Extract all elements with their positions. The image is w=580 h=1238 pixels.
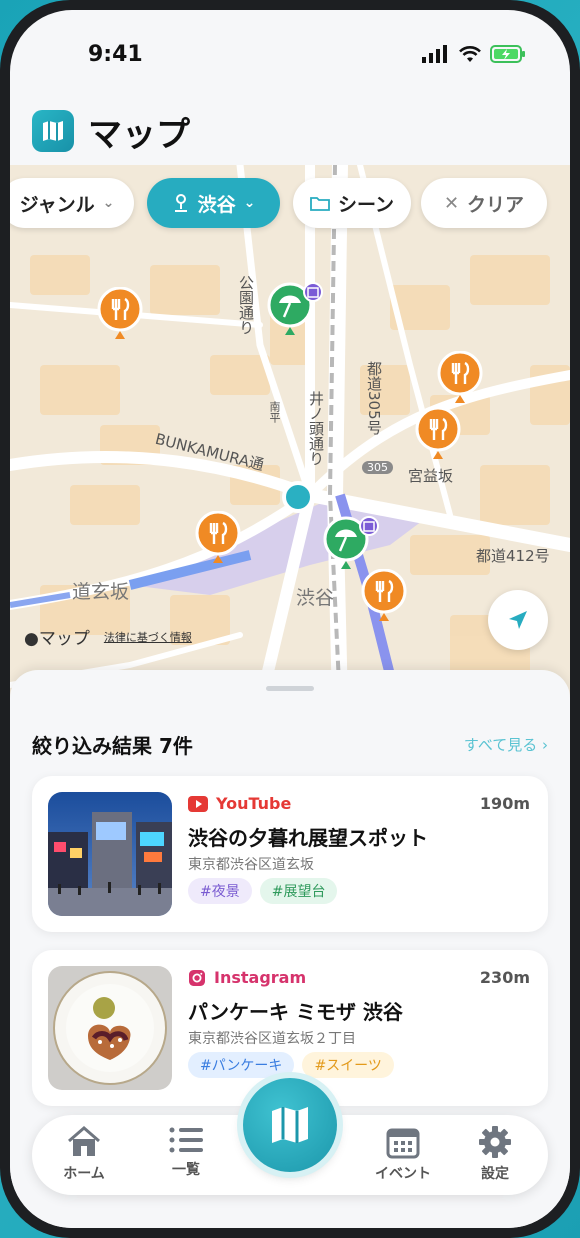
tab-event-label: イベント	[375, 1166, 431, 1182]
signal-icon	[422, 45, 447, 63]
tab-settings-label: 設定	[481, 1166, 509, 1182]
legal-link[interactable]: 法律に基づく情報	[104, 629, 192, 645]
scene-filter-label: シーン	[337, 193, 395, 216]
map-label-dogenzaka: 道玄坂	[72, 581, 130, 603]
result-source-label: Instagram	[214, 968, 307, 987]
result-address: 東京都渋谷区道玄坂２丁目	[188, 1031, 356, 1047]
scene-filter-chip[interactable]: シーン	[293, 178, 411, 228]
phone-frame: 9:41 マップ 公園通り 井ノ頭通り 都道305号 南平 BUNKAMURA通…	[0, 0, 580, 1238]
map-label-shibuya: 渋谷	[296, 587, 335, 609]
result-tags: #夜景 #展望台	[188, 878, 338, 904]
sheet-grabber[interactable]	[266, 686, 314, 691]
result-tag[interactable]: #パンケーキ	[188, 1052, 295, 1078]
map-label-small: 南平	[268, 401, 281, 423]
map-credit-logo: ●マップ	[24, 624, 90, 649]
map-icon	[32, 110, 74, 152]
result-tags: #パンケーキ #スイーツ	[188, 1052, 394, 1078]
result-title: パンケーキ ミモザ 渋谷	[188, 1000, 403, 1024]
clear-filter-label: クリア	[467, 193, 525, 216]
chevron-down-icon: ⌄	[102, 195, 115, 211]
calendar-icon	[386, 1128, 420, 1159]
tab-list-label: 一覧	[172, 1162, 200, 1178]
result-title: 渋谷の夕暮れ展望スポット	[188, 826, 428, 850]
result-source: Instagram	[188, 968, 306, 987]
genre-filter-label: ジャンル	[19, 193, 95, 216]
clear-filter-chip[interactable]: ✕ クリア	[421, 178, 547, 228]
gear-icon	[479, 1126, 511, 1158]
tab-home[interactable]: ホーム	[44, 1125, 124, 1183]
navigation-arrow-icon	[509, 611, 527, 629]
map-label-route412: 都道412号	[476, 547, 550, 565]
restaurant-pin[interactable]	[360, 568, 408, 627]
map-label-inokashira: 井ノ頭通り	[307, 391, 325, 466]
status-bar: 9:41	[10, 10, 570, 100]
result-address: 東京都渋谷区道玄坂	[188, 857, 314, 873]
result-thumbnail	[48, 792, 172, 916]
result-tag[interactable]: #展望台	[259, 878, 338, 904]
result-card[interactable]: YouTube 190m 渋谷の夕暮れ展望スポット 東京都渋谷区道玄坂 #夜景 …	[32, 776, 548, 932]
result-thumbnail	[48, 966, 172, 1090]
area-filter-label: 渋谷	[197, 193, 236, 216]
page-title: マップ	[88, 114, 190, 155]
status-time: 9:41	[88, 42, 143, 67]
result-tag[interactable]: #夜景	[188, 878, 252, 904]
list-icon	[169, 1127, 203, 1153]
folder-icon	[310, 197, 330, 211]
see-all-link[interactable]: すべて見る ›	[464, 734, 548, 755]
map-label-park: 公園通り	[237, 275, 255, 335]
results-title: 絞り込み結果 7件	[32, 734, 193, 758]
restaurant-pin[interactable]	[414, 406, 462, 465]
screen: 9:41 マップ 公園通り 井ノ頭通り 都道305号 南平 BUNKAMURA通…	[10, 10, 570, 1228]
genre-filter-chip[interactable]: ジャンル ⌄	[10, 178, 134, 228]
instagram-icon	[189, 969, 205, 986]
current-location-dot	[282, 481, 314, 513]
app-header: マップ	[32, 108, 190, 155]
scenic-spot-pin[interactable]	[322, 515, 380, 573]
map-label-route305: 都道305号	[365, 361, 383, 435]
tab-event[interactable]: イベント	[363, 1125, 443, 1183]
result-tag[interactable]: #スイーツ	[302, 1052, 394, 1078]
youtube-icon	[188, 795, 208, 812]
scenic-spot-pin[interactable]	[266, 281, 324, 339]
tab-home-label: ホーム	[63, 1166, 105, 1182]
tab-list[interactable]: 一覧	[146, 1125, 226, 1179]
restaurant-pin[interactable]	[194, 510, 242, 569]
result-distance: 230m	[479, 968, 530, 987]
home-icon	[68, 1126, 100, 1156]
chevron-down-icon: ⌄	[243, 195, 256, 211]
map-tab-button[interactable]	[243, 1078, 337, 1172]
wifi-icon	[459, 46, 481, 62]
tab-settings[interactable]: 設定	[455, 1125, 535, 1183]
filter-chips: ジャンル ⌄ 渋谷 ⌄ シーン ✕ クリア	[10, 178, 570, 230]
result-distance: 190m	[479, 794, 530, 813]
route-shield: 305	[362, 461, 393, 474]
result-source: YouTube	[188, 794, 291, 813]
close-icon: ✕	[443, 192, 460, 214]
result-source-label: YouTube	[216, 794, 292, 813]
locate-me-button[interactable]	[488, 590, 548, 650]
battery-icon	[490, 45, 525, 63]
map-credit-label: マップ	[38, 629, 90, 649]
location-pin-icon	[174, 194, 187, 212]
apple-icon: ●	[24, 629, 39, 649]
area-filter-chip[interactable]: 渋谷 ⌄	[147, 178, 280, 228]
restaurant-pin[interactable]	[96, 286, 144, 345]
map-label-miyamasuzaka: 宮益坂	[408, 467, 454, 485]
map-credit: ●マップ 法律に基づく情報	[24, 624, 192, 649]
restaurant-pin[interactable]	[436, 350, 484, 409]
map-icon	[272, 1107, 308, 1143]
status-icons	[422, 44, 526, 64]
